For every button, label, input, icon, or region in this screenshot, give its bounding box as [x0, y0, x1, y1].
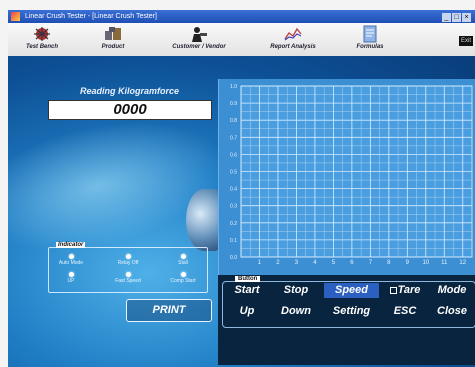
formulas-icon	[363, 25, 377, 43]
indicator-led	[125, 254, 131, 259]
maximize-button[interactable]: □	[452, 13, 461, 22]
y-tick-label: 0.4	[230, 187, 237, 193]
customer-icon	[192, 27, 207, 42]
y-tick-label: 0.5	[230, 170, 237, 176]
indicator-label: Fast Speed	[115, 278, 141, 284]
indicator-label: Stall	[178, 260, 188, 266]
toolbar-label: Customer / Vendor	[172, 44, 226, 50]
reading-label: Reading Kilogramforce	[80, 86, 180, 96]
y-tick-label: 0.9	[230, 101, 237, 107]
indicator-led	[68, 254, 74, 259]
y-tick-label: 1.0	[230, 84, 237, 90]
esc-button[interactable]: ESC	[383, 304, 427, 319]
stop-button[interactable]: Stop	[275, 283, 317, 298]
toolbar-product[interactable]: Product	[90, 23, 136, 56]
print-button[interactable]: PRINT	[126, 299, 212, 322]
indicator-label: Comp Start	[170, 278, 196, 284]
start-button[interactable]: Start	[227, 283, 267, 298]
force-chart: 1.0 0.9 0.8 0.7 0.6 0.5 0.4 0.3 0.2 0.1 0.0 1 2 3 4 5 6 7…	[218, 79, 475, 276]
indicator-led	[180, 254, 186, 259]
y-tick-label: 0.8	[230, 118, 237, 124]
test-bench-icon	[34, 27, 50, 41]
indicator-title: Indicator	[56, 242, 86, 248]
close-window-button[interactable]: ×	[462, 13, 471, 22]
x-tick-label: 10	[422, 260, 429, 266]
y-tick-label: 0.7	[230, 135, 237, 141]
app-icon	[11, 12, 20, 21]
indicator-comp-start: Comp Start	[163, 272, 203, 284]
indicator-auto-mode: Auto Mode	[51, 254, 91, 266]
main-toolbar: Test Bench Product Customer / Vendor Rep…	[8, 23, 475, 57]
main-panel: Reading Kilogramforce 0000 Indicator Aut…	[8, 56, 475, 367]
toolbar-label: Product	[101, 44, 125, 50]
indicator-led	[180, 272, 186, 277]
toolbar-label: Test Bench	[25, 44, 59, 50]
indicator-led	[68, 272, 74, 277]
title-bar: Linear Crush Tester - [Linear Crush Test…	[8, 10, 475, 23]
indicator-relay-off: Relay Off	[108, 254, 148, 266]
button-group-title: Button	[235, 276, 261, 282]
background-shape	[186, 189, 222, 251]
indicator-group: Indicator Auto Mode Relay Off Stall UP F…	[48, 242, 208, 293]
x-tick-label: 3	[295, 260, 299, 266]
window-title: Linear Crush Tester - [Linear Crush Test…	[24, 13, 157, 20]
minimize-button[interactable]: _	[442, 13, 451, 22]
x-tick-label: 5	[332, 260, 336, 266]
button-panel: Button Start Stop Speed Tare Mode Up Dow…	[218, 275, 475, 365]
indicator-up: UP	[51, 272, 91, 284]
setting-button[interactable]: Setting	[324, 304, 379, 319]
toolbar-test-bench[interactable]: Test Bench	[16, 23, 68, 56]
x-tick-label: 4	[313, 260, 317, 266]
tare-checkbox[interactable]	[389, 286, 397, 294]
y-tick-label: 0.3	[230, 204, 237, 210]
y-tick-label: 0.0	[230, 255, 237, 261]
toolbar-label: Formulas	[356, 44, 384, 50]
indicator-divider	[98, 247, 168, 248]
indicator-label: Relay Off	[117, 260, 139, 266]
up-button[interactable]: Up	[227, 304, 267, 319]
x-tick-label: 12	[459, 260, 466, 266]
product-icon	[105, 27, 121, 40]
x-tick-label: 8	[387, 260, 391, 266]
report-icon	[284, 27, 302, 41]
toolbar-report-analysis[interactable]: Report Analysis	[262, 23, 324, 56]
y-tick-label: 0.6	[230, 152, 237, 158]
toolbar-label: Report Analysis	[270, 44, 316, 50]
indicator-label: Auto Mode	[58, 260, 84, 266]
button-group: Button Start Stop Speed Tare Mode Up Dow…	[222, 276, 475, 328]
close-button[interactable]: Close	[431, 304, 473, 319]
speed-button[interactable]: Speed	[324, 283, 379, 298]
x-tick-label: 2	[276, 260, 280, 266]
indicator-led	[125, 272, 131, 277]
exit-button[interactable]: Exit	[459, 36, 473, 46]
indicator-label: UP	[67, 278, 75, 284]
reading-display: 0000	[48, 100, 212, 120]
chart-plot: 1.00.90.80.70.60.50.40.30.20.10.01 2 3 4 5 6 7…	[230, 84, 473, 266]
x-tick-label: 11	[441, 260, 448, 266]
x-tick-label: 1	[258, 260, 262, 266]
mode-button[interactable]: Mode	[431, 283, 473, 298]
toolbar-customer-vendor[interactable]: Customer / Vendor	[166, 23, 232, 56]
tare-button[interactable]: Tare	[383, 283, 427, 298]
x-tick-label: 7	[369, 260, 373, 266]
x-tick-label: 6	[350, 260, 354, 266]
indicator-fast-speed: Fast Speed	[108, 272, 148, 284]
indicator-stall: Stall	[163, 254, 203, 266]
y-tick-label: 0.1	[230, 238, 237, 244]
x-tick-label: 9	[406, 260, 410, 266]
down-button[interactable]: Down	[275, 304, 317, 319]
tare-label: Tare	[397, 284, 421, 296]
toolbar-formulas[interactable]: Formulas	[348, 23, 392, 56]
y-tick-label: 0.2	[230, 221, 237, 227]
